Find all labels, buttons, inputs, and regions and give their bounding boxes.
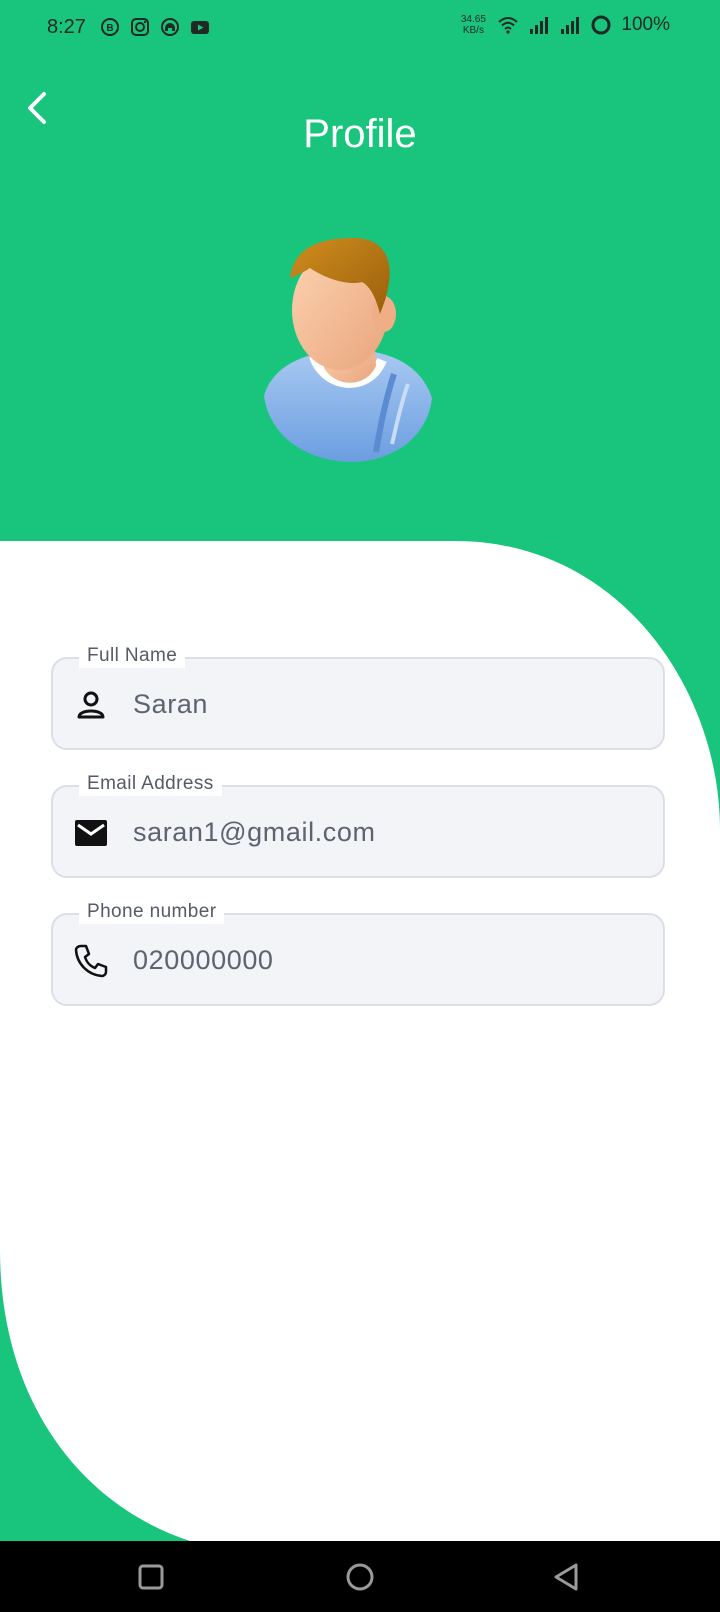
net-speed-value: 34.65: [460, 14, 486, 25]
phone-field[interactable]: Phone number 020000000: [51, 900, 665, 1006]
phone-value[interactable]: 020000000: [133, 943, 274, 977]
person-icon: [77, 691, 105, 719]
youtube-icon: [191, 21, 209, 34]
circle-icon: [346, 1563, 374, 1591]
nav-back-button[interactable]: [548, 1559, 584, 1595]
signal-icon-2: [561, 17, 580, 34]
status-time: 8:27: [47, 16, 86, 38]
email-value[interactable]: saran1@gmail.com: [133, 815, 376, 849]
mail-icon: [75, 820, 107, 846]
full-name-label: Full Name: [79, 644, 186, 668]
battery-percent: 100%: [621, 14, 670, 35]
status-indicators: 34.65 KB/s 100%: [458, 14, 670, 36]
home-button[interactable]: [342, 1559, 378, 1595]
navigation-bar: [0, 1541, 720, 1612]
full-name-value[interactable]: Saran: [133, 687, 208, 721]
avatar: [264, 238, 432, 462]
signal-icon: [530, 17, 549, 34]
battery-ring-icon: [591, 15, 611, 35]
phone-icon: [74, 944, 108, 978]
recents-button[interactable]: [133, 1559, 169, 1595]
phone-label: Phone number: [79, 900, 225, 924]
square-icon: [138, 1564, 164, 1590]
instagram-icon: [131, 18, 149, 36]
bold-b-icon: B: [101, 18, 119, 36]
status-bar: 8:27 B 34.65 KB/s 100%: [0, 0, 720, 56]
full-name-field[interactable]: Full Name Saran: [51, 644, 665, 750]
headset-icon: [161, 18, 179, 36]
page-title: Profile: [303, 112, 417, 156]
status-app-icons: B: [100, 17, 210, 37]
email-field[interactable]: Email Address saran1@gmail.com: [51, 772, 665, 878]
net-speed-unit: KB/s: [462, 25, 484, 36]
email-label: Email Address: [79, 772, 222, 796]
svg-text:B: B: [106, 23, 113, 34]
wifi-icon: [498, 17, 519, 34]
net-speed: 34.65 KB/s: [458, 14, 488, 36]
triangle-back-icon: [554, 1563, 578, 1591]
